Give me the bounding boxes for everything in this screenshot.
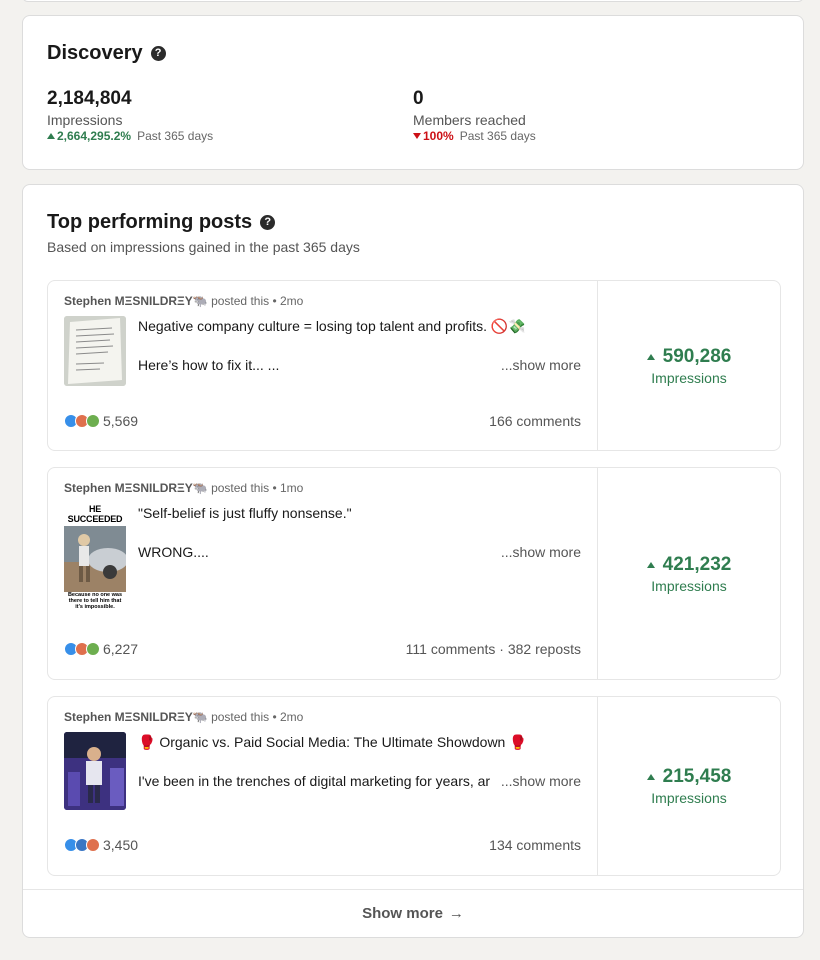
thumbnail-caption: Because no one was there to tell him tha… [67,592,123,610]
post-impressions-value: 590,286 [662,345,732,367]
discovery-title: Discovery [47,42,143,64]
top-posts-card: Top performing posts ? Based on impressi… [22,184,804,938]
post-comments[interactable]: 134 comments [489,837,581,853]
post-posted-this: posted this [211,294,270,308]
post-impressions-label: Impressions [651,577,727,594]
post-text-line1: Negative company culture = losing top ta… [138,318,526,334]
help-icon[interactable]: ? [260,215,276,230]
post-content[interactable]: Stephen MΞSNILDRΞY🐃 posted this • 2mo 🥊 … [48,697,597,875]
post-show-more[interactable]: ...show more [501,773,581,789]
reaction-icons [64,642,100,656]
reaction-count: 3,450 [103,837,139,853]
members-label: Members reached [413,112,526,128]
post-thumbnail[interactable]: HE SUCCEEDED Because no one was there to… [64,504,126,610]
show-more-label: Show more [362,905,443,922]
post-show-more[interactable]: ...show more [501,544,581,560]
post-card[interactable]: Stephen MΞSNILDRΞY🐃 posted this • 1mo HE… [47,467,781,680]
impressions-metric[interactable]: 2,184,804 Impressions 2,664,295.2% Past … [47,88,213,143]
post-text-line1: 🥊 Organic vs. Paid Social Media: The Ult… [138,734,527,750]
impressions-value: 2,184,804 [47,88,132,109]
post-age: • 2mo [272,710,304,724]
impressions-delta-value: 2,664,295.2% [57,129,132,143]
impressions-period: Past 365 days [137,129,214,143]
post-impressions-label: Impressions [651,790,727,806]
impressions-delta: 2,664,295.2% Past 365 days [47,129,213,143]
arrow-right-icon: → [448,905,464,922]
post-author-line: Stephen MΞSNILDRΞY🐃 posted this • 2mo [64,710,303,724]
members-delta: 100% Past 365 days [413,129,536,143]
post-impressions-value-row: 421,232 [646,553,732,576]
support-icon [86,414,100,428]
post-impressions-value-row: 590,286 [646,345,732,368]
reaction-count: 5,569 [103,413,139,429]
post-age: • 1mo [272,481,304,495]
post-reactions[interactable]: 3,450 [64,837,138,853]
post-posted-this: posted this [211,710,270,724]
support-icon [86,642,100,656]
post-text-line1: "Self-belief is just fluffy nonsense." [138,505,352,521]
post-impressions: 421,232 Impressions [598,468,780,679]
discovery-title-row: Discovery ? [47,42,166,65]
post-content[interactable]: Stephen MΞSNILDRΞY🐃 posted this • 1mo HE… [48,468,597,679]
members-period: Past 365 days [459,129,536,143]
members-delta-value: 100% [423,129,454,143]
post-content[interactable]: Stephen MΞSNILDRΞY🐃 posted this • 2mo Ne… [48,281,597,450]
thumbnail-headline: HE SUCCEEDED [67,504,123,524]
post-card[interactable]: Stephen MΞSNILDRΞY🐃 posted this • 2mo 🥊 … [47,696,781,876]
love-icon [86,838,100,852]
arrow-up-icon [646,774,655,780]
members-value: 0 [413,88,424,109]
post-author[interactable]: Stephen MΞSNILDRΞY🐃 [64,710,208,724]
post-age: • 2mo [272,294,304,308]
top-posts-title-row: Top performing posts ? [47,211,276,234]
arrow-up-icon [646,353,655,360]
post-impressions-value: 215,458 [662,766,732,787]
post-author[interactable]: Stephen MΞSNILDRΞY🐃 [64,294,208,308]
members-metric[interactable]: 0 Members reached 100% Past 365 days [413,88,536,143]
arrow-up-icon [47,133,55,139]
top-posts-title: Top performing posts [47,211,253,233]
post-impressions-label: Impressions [651,369,727,386]
post-reactions[interactable]: 5,569 [64,413,138,429]
reaction-icons [64,414,100,428]
post-thumbnail[interactable] [64,316,126,386]
reaction-count: 6,227 [103,641,139,657]
post-text-line2: Here’s how to fix it... ... [138,357,280,373]
reaction-icons [64,838,100,852]
previous-card-edge [22,0,804,2]
arrow-down-icon [413,133,421,139]
post-thumbnail[interactable] [64,732,126,810]
post-reactions[interactable]: 6,227 [64,641,138,657]
post-impressions: 590,286 Impressions [598,281,780,450]
post-text-line2: I've been in the trenches of digital mar… [138,773,491,789]
top-posts-subtitle: Based on impressions gained in the past … [47,239,360,255]
post-author-line: Stephen MΞSNILDRΞY🐃 posted this • 2mo [64,294,303,308]
post-impressions: 215,458 Impressions [598,697,780,875]
impressions-label: Impressions [47,112,123,128]
post-comments[interactable]: 166 comments [489,413,581,429]
show-more-button[interactable]: Show more → [23,889,803,937]
post-impressions-value: 421,232 [662,553,732,575]
post-author-line: Stephen MΞSNILDRΞY🐃 posted this • 1mo [64,481,303,495]
post-author[interactable]: Stephen MΞSNILDRΞY🐃 [64,481,208,495]
post-comments[interactable]: 111 comments · 382 reposts [406,641,581,657]
post-show-more[interactable]: ...show more [501,357,581,373]
post-card[interactable]: Stephen MΞSNILDRΞY🐃 posted this • 2mo Ne… [47,280,781,451]
help-icon[interactable]: ? [150,46,166,61]
arrow-up-icon [646,561,655,568]
discovery-card: Discovery ? 2,184,804 Impressions 2,664,… [22,15,804,170]
post-impressions-value-row: 215,458 [646,766,732,788]
post-posted-this: posted this [211,481,270,495]
post-text-line2: WRONG.... [138,544,209,560]
